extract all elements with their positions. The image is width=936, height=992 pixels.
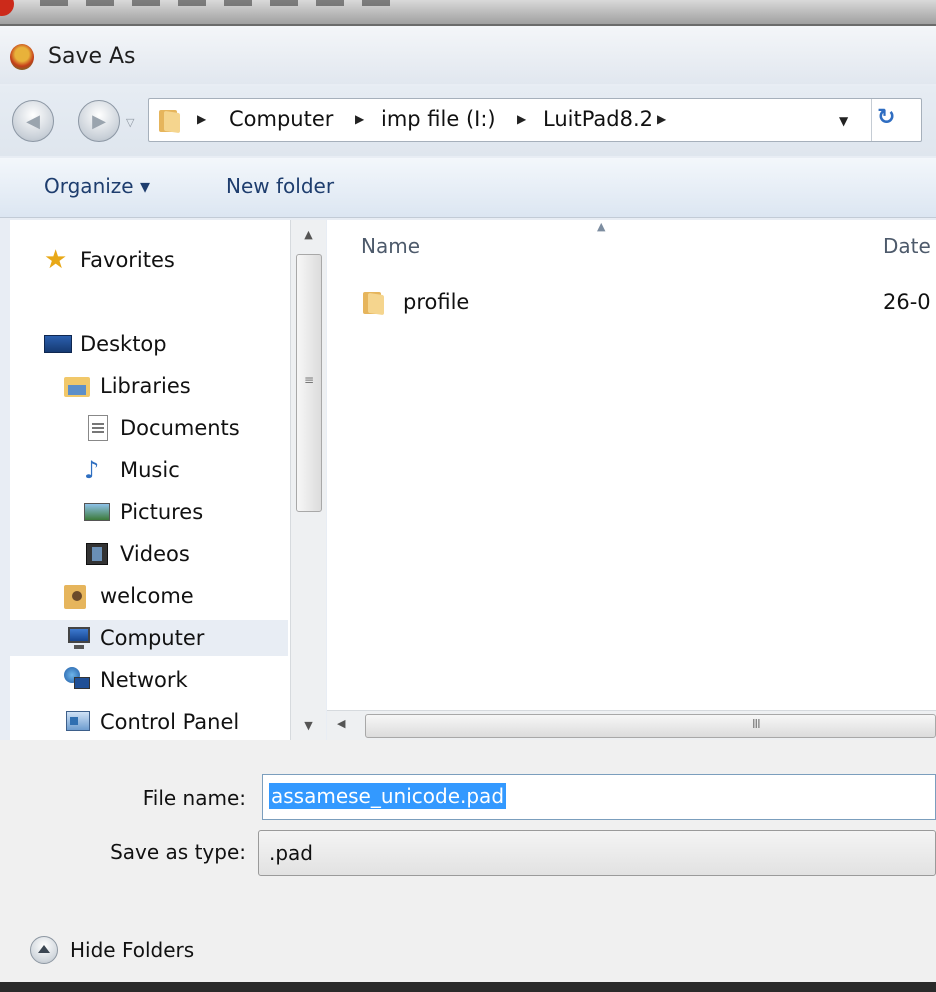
scroll-left-icon[interactable]: ◀: [337, 717, 345, 730]
window-title: Save As: [48, 44, 136, 69]
nav-label: Pictures: [120, 500, 204, 524]
nav-item-control-panel[interactable]: Control Panel: [64, 704, 239, 740]
scroll-thumb[interactable]: ≡: [296, 254, 322, 512]
background-window-strip: [0, 0, 936, 24]
address-row: ◀ ▶ ▽ ▶ Computer ▶ imp file (I:) ▶ LuitP…: [0, 86, 936, 156]
background-title-fragment: [40, 0, 400, 6]
sort-ascending-icon: ▲: [597, 220, 606, 233]
address-bar[interactable]: ▶ Computer ▶ imp file (I:) ▶ LuitPad8.2 …: [148, 98, 922, 142]
folder-icon: [363, 290, 385, 316]
nav-label: Control Panel: [100, 710, 240, 734]
libraries-icon: [64, 373, 92, 399]
save-type-value: .pad: [269, 841, 314, 865]
new-folder-button[interactable]: New folder: [226, 174, 334, 198]
nav-item-documents[interactable]: Documents: [84, 410, 240, 446]
hide-folders-button[interactable]: Hide Folders: [30, 936, 194, 964]
organize-button[interactable]: Organize ▾: [44, 174, 150, 198]
address-separator: [871, 99, 872, 141]
hide-folders-label: Hide Folders: [70, 938, 195, 962]
column-header-date[interactable]: Date: [883, 234, 931, 258]
folder-icon: [159, 108, 181, 134]
user-icon: [64, 583, 92, 609]
videos-icon: [84, 541, 112, 567]
command-toolbar: Organize ▾ New folder: [0, 158, 936, 218]
refresh-icon[interactable]: ↻: [877, 105, 895, 130]
nav-item-desktop[interactable]: Desktop: [44, 326, 167, 362]
pictures-icon: [84, 499, 112, 525]
address-dropdown-arrow[interactable]: ▼: [839, 114, 848, 128]
save-as-dialog: Save As ◀ ▶ ▽ ▶ Computer ▶ imp file (I:)…: [0, 24, 936, 982]
recent-pages-dropdown[interactable]: ▽: [126, 116, 134, 129]
file-date: 26-0: [883, 290, 931, 314]
nav-item-videos[interactable]: Videos: [84, 536, 190, 572]
nav-label: welcome: [100, 584, 194, 608]
control-panel-icon: [64, 709, 92, 735]
scroll-up-icon[interactable]: ▲: [291, 228, 326, 241]
network-icon: [64, 667, 92, 693]
app-icon: [10, 44, 34, 70]
file-name-label: File name:: [142, 786, 246, 810]
navigation-pane: ★ Favorites Desktop Libraries Documents …: [10, 220, 326, 740]
background-bottom-strip: [0, 982, 936, 992]
save-type-select[interactable]: .pad: [258, 830, 936, 876]
nav-label: Computer: [100, 626, 205, 650]
nav-label: Favorites: [80, 248, 175, 272]
nav-label: Libraries: [100, 374, 191, 398]
forward-button[interactable]: ▶: [78, 100, 120, 142]
back-button[interactable]: ◀: [12, 100, 54, 142]
nav-item-favorites[interactable]: ★ Favorites: [44, 242, 175, 278]
music-icon: ♪: [84, 456, 100, 484]
save-form-area: File name: assamese_unicode.pad Save as …: [0, 740, 936, 982]
breadcrumb-computer[interactable]: Computer: [229, 107, 333, 131]
save-type-label: Save as type:: [110, 840, 246, 864]
nav-label: Music: [120, 458, 180, 482]
file-name-input[interactable]: assamese_unicode.pad: [262, 774, 936, 820]
nav-label: Network: [100, 668, 188, 692]
nav-item-libraries[interactable]: Libraries: [64, 368, 191, 404]
document-icon: [84, 415, 112, 441]
back-arrow-icon: ◀: [26, 110, 40, 132]
background-app-icon: [0, 0, 14, 16]
title-bar: Save As: [0, 26, 936, 84]
navigation-vertical-scrollbar[interactable]: ▲ ≡ ▼: [290, 220, 326, 740]
computer-icon: [64, 625, 92, 651]
breadcrumb-drive[interactable]: imp file (I:): [381, 107, 496, 131]
breadcrumb-arrow[interactable]: ▶: [197, 112, 206, 126]
column-header-name[interactable]: Name: [361, 234, 420, 258]
nav-item-computer[interactable]: Computer: [10, 620, 288, 656]
breadcrumb-arrow[interactable]: ▶: [657, 112, 666, 126]
chevron-up-icon: [30, 936, 58, 964]
file-name: profile: [403, 290, 470, 314]
star-icon: ★: [44, 245, 68, 275]
desktop-icon: [44, 331, 72, 357]
file-list-horizontal-scrollbar[interactable]: ◀ III: [327, 710, 936, 740]
nav-label: Videos: [120, 542, 190, 566]
nav-label: Desktop: [80, 332, 167, 356]
scroll-thumb[interactable]: III: [365, 714, 936, 738]
nav-item-pictures[interactable]: Pictures: [84, 494, 203, 530]
scroll-down-icon[interactable]: ▼: [291, 719, 326, 732]
breadcrumb-folder[interactable]: LuitPad8.2: [543, 107, 653, 131]
breadcrumb-arrow[interactable]: ▶: [517, 112, 526, 126]
forward-arrow-icon: ▶: [92, 110, 106, 132]
breadcrumb-arrow[interactable]: ▶: [355, 112, 364, 126]
file-name-value[interactable]: assamese_unicode.pad: [269, 783, 507, 809]
file-list: ▲ Name Date profile 26-0: [327, 220, 936, 710]
nav-item-music[interactable]: ♪ Music: [84, 452, 180, 488]
nav-item-welcome[interactable]: welcome: [64, 578, 194, 614]
file-row[interactable]: profile 26-0: [357, 284, 936, 320]
nav-item-network[interactable]: Network: [64, 662, 188, 698]
nav-label: Documents: [120, 416, 240, 440]
